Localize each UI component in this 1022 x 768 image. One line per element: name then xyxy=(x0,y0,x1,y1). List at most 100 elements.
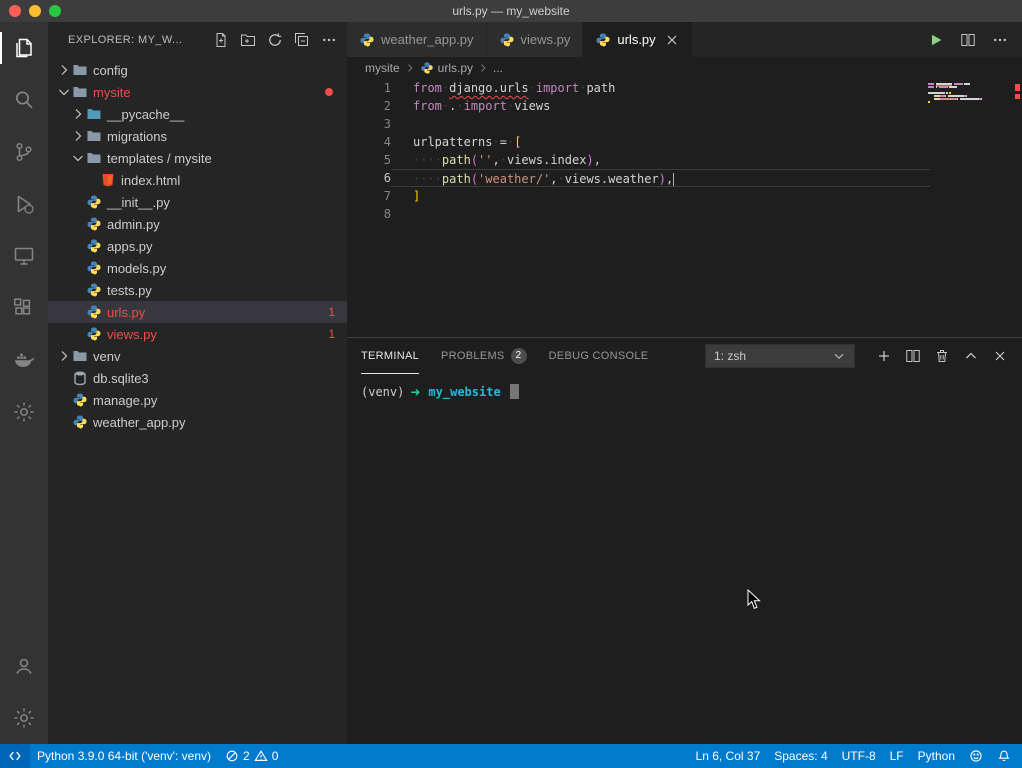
activity-extension-settings[interactable] xyxy=(0,386,48,438)
tab-terminal[interactable]: TERMINAL xyxy=(361,338,419,374)
tree-item-mysite[interactable]: mysite xyxy=(48,81,347,103)
python-icon xyxy=(499,32,515,48)
split-terminal-icon[interactable] xyxy=(905,348,921,364)
close-icon[interactable] xyxy=(664,32,680,48)
encoding[interactable]: UTF-8 xyxy=(835,744,883,768)
problems-summary[interactable]: 2 0 xyxy=(218,744,285,768)
tree-item-init-py[interactable]: __init__.py xyxy=(48,191,347,213)
activity-run-debug[interactable] xyxy=(0,178,48,230)
activity-extensions[interactable] xyxy=(0,282,48,334)
explorer-title: EXPLORER: MY_W... xyxy=(68,34,182,46)
terminal-content[interactable]: (venv)➜my_website xyxy=(347,374,1022,744)
code-line-3[interactable]: 3 xyxy=(347,115,1022,133)
overview-ruler[interactable] xyxy=(1012,79,1022,337)
code-line-1[interactable]: 1from·django.urls·import·path xyxy=(347,79,1022,97)
new-file-icon[interactable] xyxy=(213,32,229,48)
close-panel-icon[interactable] xyxy=(992,348,1008,364)
tab-views-py[interactable]: views.py xyxy=(487,22,584,57)
tree-item-urls-py[interactable]: urls.py1 xyxy=(48,301,347,323)
collapse-all-icon[interactable] xyxy=(294,32,310,48)
eol-selector[interactable]: LF xyxy=(883,744,911,768)
zoom-window-button[interactable] xyxy=(49,5,61,17)
indentation[interactable]: Spaces: 4 xyxy=(767,744,834,768)
code-line-6[interactable]: 6····path('weather/',·views.weather), xyxy=(347,169,1022,187)
code-text: ····path('weather/',·views.weather), xyxy=(391,169,930,187)
tree-item-apps-py[interactable]: apps.py xyxy=(48,235,347,257)
indent-spacer xyxy=(70,194,86,210)
tree-item-label: db.sqlite3 xyxy=(93,371,149,386)
database-icon xyxy=(72,370,88,386)
close-window-button[interactable] xyxy=(9,5,21,17)
minimap-line xyxy=(928,89,1006,91)
feedback-button[interactable] xyxy=(962,744,990,768)
code-text xyxy=(391,115,1022,133)
tree-item-tests-py[interactable]: tests.py xyxy=(48,279,347,301)
terminal-cwd: my_website xyxy=(428,385,500,399)
notifications-button[interactable] xyxy=(990,744,1018,768)
problems-count-badge: 2 xyxy=(511,348,527,364)
split-editor-icon[interactable] xyxy=(960,32,976,48)
code-text: ····path('',·views.index), xyxy=(391,151,1022,169)
tree-item-config[interactable]: config xyxy=(48,59,347,81)
tab-weather-app-py[interactable]: weather_app.py xyxy=(347,22,487,57)
activity-search[interactable] xyxy=(0,74,48,126)
tree-item-pycache[interactable]: __pycache__ xyxy=(48,103,347,125)
tree-item-migrations[interactable]: migrations xyxy=(48,125,347,147)
python-interpreter[interactable]: Python 3.9.0 64-bit ('venv': venv) xyxy=(30,744,218,768)
tree-item-admin-py[interactable]: admin.py xyxy=(48,213,347,235)
code-line-2[interactable]: 2from·.·import·views xyxy=(347,97,1022,115)
activity-remote-explorer[interactable] xyxy=(0,230,48,282)
activity-bar xyxy=(0,22,48,744)
more-actions-icon[interactable] xyxy=(992,32,1008,48)
code-line-4[interactable]: 4urlpatterns·=·[ xyxy=(347,133,1022,151)
new-terminal-icon[interactable] xyxy=(876,348,892,364)
tree-item-db-sqlite3[interactable]: db.sqlite3 xyxy=(48,367,347,389)
maximize-panel-icon[interactable] xyxy=(963,348,979,364)
tree-item-views-py[interactable]: views.py1 xyxy=(48,323,347,345)
kill-terminal-icon[interactable] xyxy=(934,348,950,364)
tree-item-models-py[interactable]: models.py xyxy=(48,257,347,279)
tree-item-label: manage.py xyxy=(93,393,157,408)
extensions-icon xyxy=(12,296,36,320)
title-bar: urls.py — my_website xyxy=(0,0,1022,22)
breadcrumb-file[interactable]: urls.py xyxy=(420,61,473,75)
shell-selector[interactable]: 1: zsh xyxy=(705,344,855,368)
tree-item-label: __init__.py xyxy=(107,195,170,210)
python-icon xyxy=(420,61,434,75)
more-actions-icon[interactable] xyxy=(321,32,337,48)
activity-account[interactable] xyxy=(0,640,48,692)
editor-caret xyxy=(673,173,674,186)
indent-spacer xyxy=(84,172,100,188)
tree-item-index-html[interactable]: index.html xyxy=(48,169,347,191)
activity-docker[interactable] xyxy=(0,334,48,386)
breadcrumb-folder[interactable]: mysite xyxy=(365,61,400,75)
language-mode[interactable]: Python xyxy=(911,744,962,768)
tree-item-templates-mysite[interactable]: templates / mysite xyxy=(48,147,347,169)
run-button[interactable] xyxy=(928,32,944,48)
settings-gear-icon xyxy=(12,706,36,730)
activity-explorer[interactable] xyxy=(0,22,48,74)
tree-item-manage-py[interactable]: manage.py xyxy=(48,389,347,411)
minimize-window-button[interactable] xyxy=(29,5,41,17)
activity-source-control[interactable] xyxy=(0,126,48,178)
error-mark xyxy=(1015,84,1020,91)
tab-urls-py[interactable]: urls.py xyxy=(583,22,692,57)
code-editor[interactable]: 1from·django.urls·import·path2from·.·imp… xyxy=(347,79,1022,337)
cursor-position[interactable]: Ln 6, Col 37 xyxy=(689,744,768,768)
explorer-header: EXPLORER: MY_W... xyxy=(48,22,347,57)
tree-item-venv[interactable]: venv xyxy=(48,345,347,367)
code-line-8[interactable]: 8 xyxy=(347,205,1022,223)
code-line-5[interactable]: 5····path('',·views.index), xyxy=(347,151,1022,169)
code-line-7[interactable]: 7] xyxy=(347,187,1022,205)
tree-item-weather-app-py[interactable]: weather_app.py xyxy=(48,411,347,433)
tab-debug-console[interactable]: DEBUG CONSOLE xyxy=(549,338,649,374)
minimap[interactable] xyxy=(928,83,1006,107)
editor-tab-bar: weather_app.py views.py urls.py xyxy=(347,22,1022,57)
activity-manage[interactable] xyxy=(0,692,48,744)
remote-indicator[interactable] xyxy=(0,744,30,768)
error-count-badge: 1 xyxy=(328,327,335,341)
tab-problems[interactable]: PROBLEMS 2 xyxy=(441,338,527,374)
breadcrumb-symbol[interactable]: ... xyxy=(493,61,503,75)
refresh-icon[interactable] xyxy=(267,32,283,48)
new-folder-icon[interactable] xyxy=(240,32,256,48)
